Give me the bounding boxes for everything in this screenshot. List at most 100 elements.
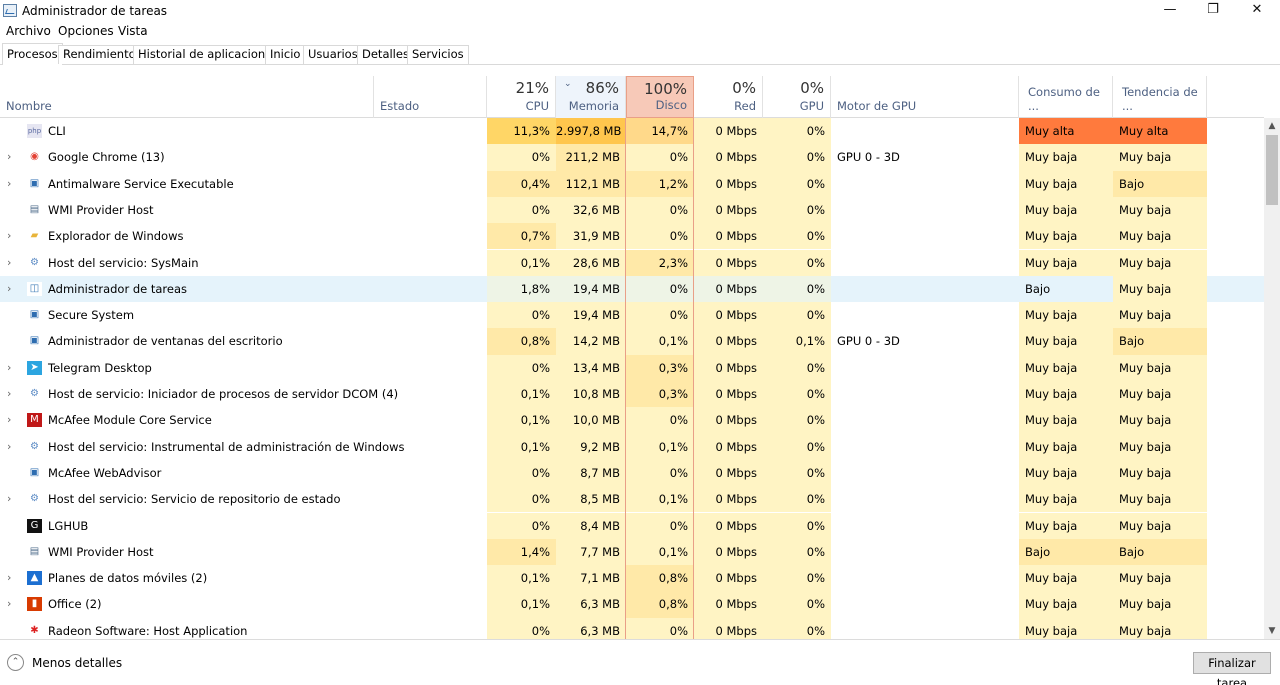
process-row[interactable]: ▣ McAfee WebAdvisor 0% 8,7 MB 0% 0 Mbps 0% Muy … bbox=[0, 459, 1264, 487]
process-row[interactable]: › ◫ Administrador de tareas 1,8% 19,4 MB 0% 0 … bbox=[0, 275, 1264, 303]
tab-rendimiento[interactable]: Rendimiento bbox=[58, 45, 141, 64]
process-row[interactable]: › ◉ Google Chrome (13) 0% 211,2 MB 0% 0 Mbps 0%… bbox=[0, 144, 1264, 171]
cpu-value: 0,1% bbox=[487, 591, 556, 618]
expand-chevron-icon[interactable]: › bbox=[7, 171, 11, 197]
header-disk[interactable]: 100% Disco bbox=[626, 76, 694, 118]
cpu-value: 0,7% bbox=[487, 223, 556, 250]
memory-total: 86% bbox=[585, 79, 619, 97]
scroll-down-icon[interactable]: ▼ bbox=[1264, 623, 1280, 639]
header-power-label: Consumo de ... bbox=[1028, 85, 1100, 113]
vertical-scrollbar[interactable]: ▲ ▼ bbox=[1264, 118, 1280, 639]
tab-servicios[interactable]: Servicios bbox=[407, 45, 469, 64]
process-row[interactable]: › ▰ Explorador de Windows 0,7% 31,9 MB 0% 0 Mb… bbox=[0, 223, 1264, 250]
expand-chevron-icon[interactable]: › bbox=[7, 355, 11, 381]
gear-icon: ⚙ bbox=[27, 255, 42, 270]
power-trend-value: Muy baja bbox=[1113, 407, 1207, 434]
scroll-thumb[interactable] bbox=[1266, 135, 1278, 205]
power-trend-value: Muy baja bbox=[1113, 381, 1207, 408]
power-trend-value: Muy alta bbox=[1113, 118, 1207, 145]
header-network[interactable]: 0% Red bbox=[694, 76, 763, 118]
chevron-up-icon[interactable]: ⌃ bbox=[7, 654, 24, 671]
menu-vista[interactable]: Vista bbox=[118, 24, 148, 38]
minimize-button[interactable]: — bbox=[1147, 0, 1193, 22]
header-gpu-engine[interactable]: Motor de GPU bbox=[831, 76, 1019, 118]
process-name: McAfee WebAdvisor bbox=[48, 465, 162, 480]
expand-chevron-icon[interactable]: › bbox=[7, 486, 11, 512]
cpu-value: 0,1% bbox=[487, 407, 556, 434]
memory-value: 32,6 MB bbox=[556, 196, 626, 224]
cpu-value: 0% bbox=[487, 512, 556, 539]
network-value: 0 Mbps bbox=[694, 565, 763, 592]
close-button[interactable]: ✕ bbox=[1234, 0, 1280, 22]
gpu-engine-value bbox=[831, 355, 1019, 381]
process-row[interactable]: › ⚙ Host del servicio: Instrumental de adm… bbox=[0, 433, 1264, 460]
header-name[interactable]: Nombre bbox=[0, 76, 374, 118]
header-cpu-label: CPU bbox=[525, 99, 549, 113]
expand-chevron-icon[interactable]: › bbox=[7, 144, 11, 170]
disk-value: 0% bbox=[626, 223, 694, 250]
process-row[interactable]: ✱ Radeon Software: Host Application 0% 6,3 … bbox=[0, 617, 1264, 639]
gpu-value: 0% bbox=[763, 144, 831, 171]
cpu-value: 0% bbox=[487, 196, 556, 224]
memory-value: 2.997,8 MB bbox=[556, 118, 626, 145]
tab-historial[interactable]: Historial de aplicaciones bbox=[133, 45, 284, 64]
power-trend-value: Muy baja bbox=[1113, 223, 1207, 250]
gear-icon: ⚙ bbox=[27, 492, 42, 507]
disk-total: 100% bbox=[644, 80, 687, 98]
process-row[interactable]: › ⚙ Host del servicio: SysMain 0,1% 28,6 MB 2… bbox=[0, 249, 1264, 276]
header-power-trend[interactable]: Tendencia de ... bbox=[1113, 76, 1207, 118]
expand-chevron-icon[interactable]: › bbox=[7, 250, 11, 276]
process-row[interactable]: ▤ WMI Provider Host 0% 32,6 MB 0% 0 Mbps 0% Muy… bbox=[0, 196, 1264, 224]
process-row[interactable]: php CLI 11,3% 2.997,8 MB 14,7% 0 Mbps 0% Muy al… bbox=[0, 118, 1264, 145]
tab-usuarios[interactable]: Usuarios bbox=[303, 45, 363, 64]
disk-value: 0,1% bbox=[626, 486, 694, 513]
service-window-icon: ▣ bbox=[27, 465, 42, 480]
process-row[interactable]: › ➤ Telegram Desktop 0% 13,4 MB 0,3% 0 Mbps 0% M… bbox=[0, 354, 1264, 381]
tab-detalles[interactable]: Detalles bbox=[357, 45, 414, 64]
gpu-engine-value bbox=[831, 434, 1019, 460]
expand-chevron-icon[interactable]: › bbox=[7, 381, 11, 407]
process-row[interactable]: G LGHUB 0% 8,4 MB 0% 0 Mbps 0% Muy baja Muy baja bbox=[0, 512, 1264, 539]
power-usage-value: Muy baja bbox=[1019, 486, 1113, 513]
process-row[interactable]: › ▲ Planes de datos móviles (2) 0,1% 7,1 MB 0… bbox=[0, 565, 1264, 592]
scroll-up-icon[interactable]: ▲ bbox=[1264, 118, 1280, 134]
tab-inicio[interactable]: Inicio bbox=[265, 45, 306, 64]
menu-archivo[interactable]: Archivo bbox=[6, 24, 51, 38]
header-gpu[interactable]: 0% GPU bbox=[763, 76, 831, 118]
gpu-engine-value bbox=[831, 250, 1019, 276]
header-cpu[interactable]: 21% CPU bbox=[487, 76, 556, 118]
maximize-button[interactable]: ❐ bbox=[1190, 0, 1236, 22]
power-usage-value: Muy baja bbox=[1019, 591, 1113, 618]
process-row[interactable]: ▣ Secure System 0% 19,4 MB 0% 0 Mbps 0% Muy baj… bbox=[0, 302, 1264, 329]
tab-procesos[interactable]: Procesos bbox=[2, 43, 63, 65]
process-row[interactable]: › ⚙ Host de servicio: Iniciador de proceso… bbox=[0, 381, 1264, 408]
header-power[interactable]: Consumo de ... bbox=[1019, 76, 1113, 118]
expand-chevron-icon[interactable]: › bbox=[7, 276, 11, 302]
less-details-link[interactable]: Menos detalles bbox=[32, 656, 122, 670]
process-row[interactable]: ▤ WMI Provider Host 1,4% 7,7 MB 0,1% 0 Mbps 0%… bbox=[0, 538, 1264, 566]
process-row[interactable]: › M McAfee Module Core Service 0,1% 10,0 MB 0… bbox=[0, 407, 1264, 434]
process-row[interactable]: › ⚙ Host del servicio: Servicio de reposit… bbox=[0, 486, 1264, 513]
process-row[interactable]: ▣ Administrador de ventanas del escritori… bbox=[0, 328, 1264, 355]
network-value: 0 Mbps bbox=[694, 459, 763, 487]
expand-chevron-icon[interactable]: › bbox=[7, 407, 11, 433]
memory-value: 13,4 MB bbox=[556, 354, 626, 381]
expand-chevron-icon[interactable]: › bbox=[7, 565, 11, 591]
end-task-button[interactable]: Finalizar tarea bbox=[1193, 652, 1271, 685]
header-memory[interactable]: ⌄ 86% Memoria bbox=[556, 76, 626, 118]
expand-chevron-icon[interactable]: › bbox=[7, 434, 11, 460]
memory-value: 7,7 MB bbox=[556, 538, 626, 566]
window-title: Administrador de tareas bbox=[22, 4, 168, 18]
menu-opciones[interactable]: Opciones bbox=[58, 24, 114, 38]
process-row[interactable]: › ▮ Office (2) 0,1% 6,3 MB 0,8% 0 Mbps 0% Muy ba… bbox=[0, 591, 1264, 618]
network-total: 0% bbox=[732, 79, 756, 97]
header-disk-label: Disco bbox=[655, 98, 687, 112]
expand-chevron-icon[interactable]: › bbox=[7, 223, 11, 249]
memory-value: 19,4 MB bbox=[556, 302, 626, 329]
process-name: Planes de datos móviles (2) bbox=[48, 571, 208, 586]
process-row[interactable]: › ▣ Antimalware Service Executable 0,4% 112,… bbox=[0, 170, 1264, 197]
expand-chevron-icon[interactable]: › bbox=[7, 591, 11, 617]
header-status[interactable]: Estado bbox=[374, 76, 487, 118]
power-usage-value: Muy baja bbox=[1019, 617, 1113, 639]
memory-value: 8,5 MB bbox=[556, 486, 626, 513]
